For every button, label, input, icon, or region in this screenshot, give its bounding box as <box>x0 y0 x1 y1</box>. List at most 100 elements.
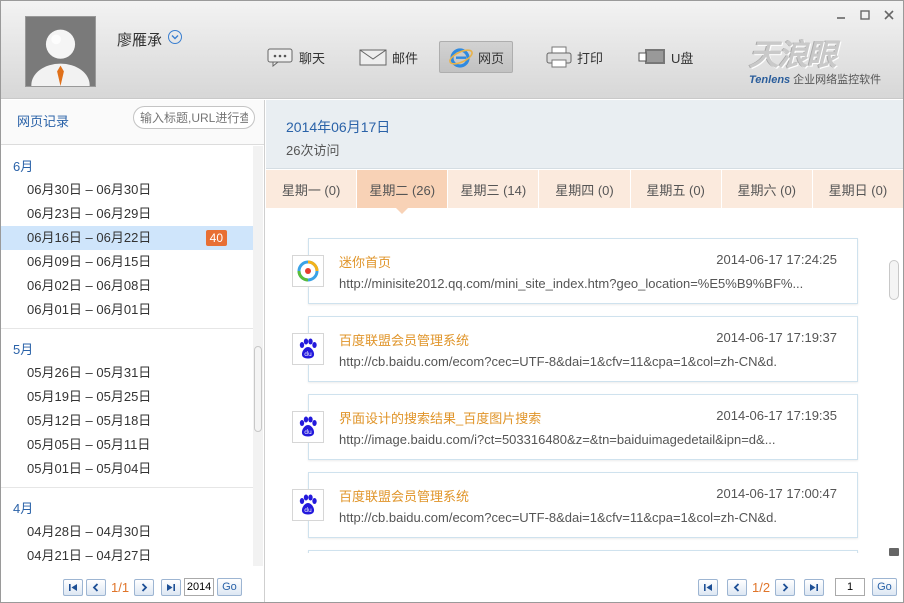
week-list: 6月 06月30日 – 06月30日 06月23日 – 06月29日 06月16… <box>1 146 253 566</box>
last-page-icon[interactable] <box>804 578 825 596</box>
visit-count: 26次访问 <box>286 143 340 158</box>
count-badge: 40 <box>205 230 227 246</box>
nav-chat[interactable]: 聊天 <box>259 41 333 73</box>
record-title[interactable]: 百度联盟会员管理系统 <box>339 486 469 505</box>
record-item[interactable]: 百度联盟会员管理系统 2014-06-17 17:19:37 http://cb… <box>292 316 858 382</box>
nav-print-label: 打印 <box>577 50 604 66</box>
week-item[interactable]: 05月05日 – 05月11日 <box>1 433 253 457</box>
record-time: 2014-06-17 17:19:35 <box>716 408 837 423</box>
record-item[interactable]: 迷你首页 2014-06-17 17:24:25 http://minisite… <box>292 238 858 304</box>
go-button[interactable]: Go <box>217 578 242 596</box>
tab-sunday[interactable]: 星期日 (0) <box>813 170 903 208</box>
printer-icon <box>545 46 573 68</box>
first-page-icon[interactable] <box>63 578 83 596</box>
svg-text:du: du <box>304 507 312 514</box>
week-item[interactable]: 05月12日 – 05月18日 <box>1 409 253 433</box>
last-page-icon[interactable] <box>161 578 182 596</box>
go-button[interactable]: Go <box>872 578 897 596</box>
qq-news-icon <box>292 255 324 287</box>
week-item[interactable]: 05月01日 – 05月04日 <box>1 457 253 481</box>
week-item[interactable]: 05月19日 – 05月25日 <box>1 385 253 409</box>
page-indicator: 1/1 <box>111 579 130 595</box>
header: 廖雁承 聊天 邮件 网页 打印 U盘 天浪眼 Tenlens 企业网络监控软件 <box>1 1 903 99</box>
main-panel: 2014年06月17日 26次访问 星期一 (0) 星期二 (26) 星期三 (… <box>266 100 903 602</box>
next-page-icon[interactable] <box>775 578 796 596</box>
brand-logo: 天浪眼 <box>749 38 837 73</box>
month-header[interactable]: 6月 <box>1 156 253 178</box>
record-item[interactable]: 百度联盟会员管理系统 2014-06-17 17:00:47 http://cb… <box>292 472 858 538</box>
week-item-label: 06月16日 – 06月22日 <box>27 230 152 245</box>
main-scrollbar[interactable] <box>888 260 900 560</box>
nav-usb-label: U盘 <box>671 50 694 66</box>
record-time: 2014-06-17 17:24:25 <box>716 252 837 267</box>
page-input[interactable] <box>835 578 866 596</box>
prev-page-icon[interactable] <box>727 578 747 596</box>
page-indicator: 1/2 <box>752 579 771 595</box>
year-input[interactable] <box>184 578 215 596</box>
search-input[interactable] <box>133 106 255 129</box>
selected-date: 2014年06月17日 <box>286 119 391 135</box>
prev-page-icon[interactable] <box>86 578 106 596</box>
month-header[interactable]: 4月 <box>1 498 253 520</box>
tab-thursday[interactable]: 星期四 (0) <box>539 170 631 208</box>
week-item[interactable]: 06月30日 – 06月30日 <box>1 178 253 202</box>
svg-text:du: du <box>304 429 312 436</box>
record-time: 2014-06-17 17:00:47 <box>716 486 837 501</box>
chat-icon <box>267 47 295 67</box>
record-item[interactable] <box>292 550 858 553</box>
weekday-tabs: 星期一 (0) 星期二 (26) 星期三 (14) 星期四 (0) 星期五 (0… <box>266 170 903 214</box>
nav-chat-label: 聊天 <box>299 50 326 66</box>
record-item[interactable]: 界面设计的搜索结果_百度图片搜索 2014-06-17 17:19:35 htt… <box>292 394 858 460</box>
record-title[interactable]: 界面设计的搜索结果_百度图片搜索 <box>339 408 541 427</box>
tab-saturday[interactable]: 星期六 (0) <box>722 170 813 208</box>
first-page-icon[interactable] <box>698 578 718 596</box>
week-item-selected[interactable]: 06月16日 – 06月22日 40 <box>1 226 253 250</box>
nav-print[interactable]: 打印 <box>537 41 611 73</box>
brand-tagline: 企业网络监控软件 <box>793 74 882 86</box>
brand-en: Tenlens <box>749 74 791 86</box>
baidu-icon: du <box>292 489 324 521</box>
sidebar-title: 网页记录 <box>17 114 70 129</box>
week-item[interactable]: 04月28日 – 04月30日 <box>1 520 253 544</box>
tab-friday[interactable]: 星期五 (0) <box>631 170 722 208</box>
close-icon[interactable] <box>881 7 897 23</box>
chevron-down-icon[interactable] <box>168 30 182 44</box>
week-item[interactable]: 04月21日 – 04月27日 <box>1 544 253 566</box>
user-name[interactable]: 廖雁承 <box>117 29 162 50</box>
svg-text:du: du <box>304 351 312 358</box>
next-page-icon[interactable] <box>134 578 155 596</box>
nav-usb[interactable]: U盘 <box>629 41 701 73</box>
minimize-icon[interactable] <box>833 7 849 23</box>
week-item[interactable]: 06月09日 – 06月15日 <box>1 250 253 274</box>
record-time: 2014-06-17 17:19:37 <box>716 330 837 345</box>
brand: 天浪眼 Tenlens 企业网络监控软件 <box>749 39 889 87</box>
sidebar-scrollbar[interactable] <box>253 146 263 566</box>
month-header[interactable]: 5月 <box>1 339 253 361</box>
nav-mail-label: 邮件 <box>392 50 419 66</box>
maximize-icon[interactable] <box>857 7 873 23</box>
tab-wednesday[interactable]: 星期三 (14) <box>448 170 540 208</box>
record-url[interactable]: http://image.baidu.com/i?ct=503316480&z=… <box>339 432 839 447</box>
mail-icon <box>358 47 388 67</box>
sidebar: 网页记录 6月 06月30日 – 06月30日 06月23日 – 06月29日 … <box>1 100 265 602</box>
record-title[interactable]: 迷你首页 <box>339 252 391 271</box>
app-window: 廖雁承 聊天 邮件 网页 打印 U盘 天浪眼 Tenlens 企业网络监控软件 … <box>0 0 904 603</box>
tab-tuesday[interactable]: 星期二 (26) <box>357 170 449 214</box>
tab-monday[interactable]: 星期一 (0) <box>266 170 358 208</box>
record-url[interactable]: http://cb.baidu.com/ecom?cec=UTF-8&dai=1… <box>339 354 839 369</box>
baidu-icon: du <box>292 333 324 365</box>
sidebar-pager: 1/1 Go <box>63 578 242 596</box>
nav-web[interactable]: 网页 <box>439 41 514 73</box>
record-url[interactable]: http://cb.baidu.com/ecom?cec=UTF-8&dai=1… <box>339 510 839 525</box>
week-item[interactable]: 06月23日 – 06月29日 <box>1 202 253 226</box>
week-item[interactable]: 06月02日 – 06月08日 <box>1 274 253 298</box>
record-title[interactable]: 百度联盟会员管理系统 <box>339 330 469 349</box>
avatar[interactable] <box>25 16 96 87</box>
nav-mail[interactable]: 邮件 <box>350 41 426 73</box>
ie-icon <box>448 46 474 68</box>
nav-web-label: 网页 <box>478 50 505 66</box>
record-url[interactable]: http://minisite2012.qq.com/mini_site_ind… <box>339 276 839 291</box>
week-item[interactable]: 05月26日 – 05月31日 <box>1 361 253 385</box>
week-item[interactable]: 06月01日 – 06月01日 <box>1 298 253 322</box>
record-list: 迷你首页 2014-06-17 17:24:25 http://minisite… <box>266 208 888 553</box>
